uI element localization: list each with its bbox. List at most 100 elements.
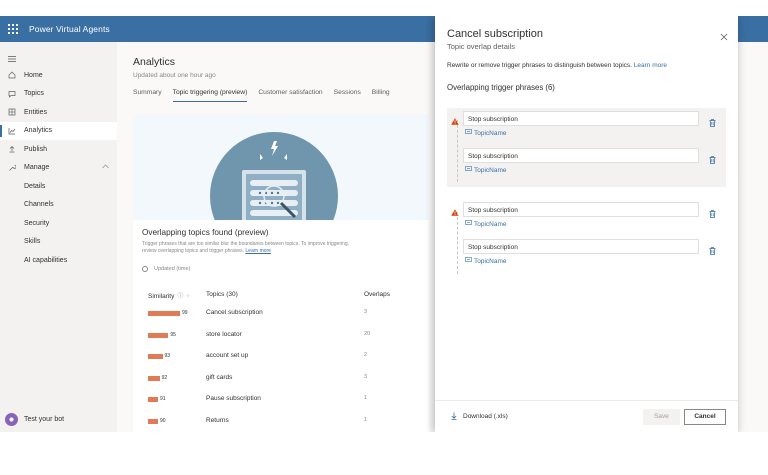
sort-up-icon[interactable]: ↑: [186, 294, 189, 300]
topic-name: TopicName: [474, 220, 507, 228]
wrench-icon: [0, 164, 24, 172]
topic-name: TopicName: [474, 257, 507, 265]
save-button[interactable]: Save: [643, 409, 680, 425]
topic-icon: [465, 257, 472, 265]
similarity-bar: [148, 418, 158, 424]
overlap-count: 20: [364, 330, 371, 337]
panel-title: Cancel subscription: [447, 28, 543, 40]
panel-description: Rewrite or remove trigger phrases to dis…: [447, 62, 667, 69]
download-button[interactable]: Download (.xls): [451, 412, 508, 420]
overlap-card: Overlapping topics found (preview) Trigg…: [133, 114, 429, 432]
panel-learn-more-link[interactable]: Learn more: [634, 62, 667, 69]
panel-subtitle: Topic overlap details: [447, 42, 515, 51]
hamburger-icon[interactable]: [8, 49, 16, 67]
trigger-phrase-input[interactable]: Stop subscription: [463, 202, 699, 217]
table-row[interactable]: 90 Returns 1: [148, 417, 423, 433]
similarity-score: 95: [170, 331, 176, 338]
col-topics[interactable]: Topics (30): [206, 291, 238, 298]
refresh-icon[interactable]: [142, 266, 148, 272]
bot-icon: [5, 413, 18, 426]
table-row[interactable]: 92 gift cards 3: [148, 373, 423, 397]
topic-name[interactable]: Returns: [206, 417, 229, 424]
similarity-score: 90: [160, 417, 166, 424]
col-overlaps[interactable]: Overlaps: [364, 291, 390, 298]
delete-icon[interactable]: [709, 205, 716, 223]
topic-name[interactable]: store locator: [206, 331, 242, 338]
tab-customer-satisfaction[interactable]: Customer satisfaction: [258, 89, 322, 102]
sidebar-item-label: Channels: [24, 201, 54, 209]
overlap-count: 3: [364, 309, 368, 315]
topic-icon: [465, 129, 472, 137]
table-row[interactable]: 91 Pause subscription 1: [148, 395, 423, 418]
similarity-score: 92: [161, 374, 168, 381]
overlap-group: Stop subscription TopicName Stop subscri…: [447, 108, 726, 187]
delete-icon[interactable]: [709, 242, 716, 260]
topic-link[interactable]: TopicName: [465, 257, 507, 265]
hero-illustration: [133, 114, 429, 220]
topic-icon: [465, 166, 472, 174]
cancel-button[interactable]: Cancel: [684, 409, 726, 425]
sidebar-item-publish[interactable]: Publish: [0, 140, 117, 159]
sidebar-item-analytics[interactable]: Analytics: [0, 121, 117, 140]
trigger-phrase-input[interactable]: Stop subscription: [463, 239, 699, 254]
trigger-phrase-input[interactable]: Stop subscription: [463, 148, 699, 163]
topic-overlap-panel: Cancel subscription Topic overlap detail…: [435, 16, 738, 432]
sidebar-item-label: Home: [24, 71, 43, 79]
tab-sessions[interactable]: Sessions: [334, 89, 361, 102]
app-launcher-icon[interactable]: [0, 16, 26, 42]
sidebar-item-home[interactable]: Home: [0, 66, 117, 85]
col-similarity-label: Similarity: [148, 293, 175, 300]
sidebar-item-label: Details: [24, 182, 46, 190]
overlap-count: 3: [364, 373, 368, 380]
topic-name[interactable]: account set up: [206, 352, 248, 359]
app-window: Power Virtual Agents Home Topics Entitie…: [0, 16, 768, 432]
sidebar-item-label: Security: [24, 219, 50, 227]
updated-status: Updated (time): [142, 266, 190, 272]
sidebar-item-entities[interactable]: Entities: [0, 103, 117, 122]
sidebar-item-skills[interactable]: Skills: [0, 233, 117, 252]
topic-name[interactable]: gift cards: [206, 374, 232, 381]
topic-name[interactable]: Pause subscription: [206, 395, 261, 402]
topic-link[interactable]: TopicName: [465, 166, 507, 174]
topic-link[interactable]: TopicName: [465, 129, 507, 137]
group-connector: [457, 212, 458, 274]
sidebar-item-ai-capabilities[interactable]: AI capabilities: [0, 251, 117, 270]
table-row[interactable]: 99 Cancel subscription 3: [148, 309, 423, 332]
trigger-phrase-input[interactable]: Stop subscription: [463, 111, 699, 126]
table-row[interactable]: 95 store locator 20: [148, 330, 423, 354]
test-bot-button[interactable]: Test your bot: [5, 413, 64, 426]
sidebar-item-details[interactable]: Details: [0, 177, 117, 196]
similarity-bar: [148, 332, 169, 338]
learn-more-link[interactable]: Learn more: [245, 248, 271, 254]
sidebar-item-label: Skills: [24, 238, 41, 246]
sidebar-item-security[interactable]: Security: [0, 214, 117, 233]
sidebar-item-label: Topics: [24, 90, 44, 98]
sidebar-item-topics[interactable]: Topics: [0, 85, 117, 104]
updated-label: Updated (time): [154, 266, 191, 272]
col-similarity[interactable]: Similarity ⓘ ↑: [148, 291, 189, 300]
topic-name: TopicName: [474, 129, 507, 137]
chevron-up-icon[interactable]: [102, 164, 109, 171]
topic-name[interactable]: Cancel subscription: [206, 309, 263, 316]
topic-icon: [465, 220, 472, 228]
page-title: Analytics: [133, 56, 176, 68]
topic-link[interactable]: TopicName: [465, 220, 507, 228]
download-label: Download (.xls): [463, 412, 508, 420]
similarity-bar: [148, 397, 158, 402]
similarity-score: 99: [182, 310, 188, 316]
tab-summary[interactable]: Summary: [133, 89, 162, 102]
table-row[interactable]: 93 account set up 2: [148, 352, 423, 375]
group-connector: [457, 120, 458, 182]
close-icon[interactable]: [720, 28, 728, 46]
sidebar-item-channels[interactable]: Channels: [0, 196, 117, 215]
overlap-title: Overlapping topics found (preview): [142, 228, 269, 237]
delete-icon[interactable]: [709, 151, 716, 169]
info-icon[interactable]: ⓘ: [177, 294, 183, 300]
overlap-desc-line2: review overlapping topics and trigger ph…: [142, 248, 244, 254]
similarity-bar: [148, 354, 163, 359]
tab-topic-triggering[interactable]: Topic triggering (preview): [172, 89, 248, 102]
tab-billing[interactable]: Billing: [372, 89, 390, 102]
chat-icon: [0, 90, 24, 98]
sidebar-item-manage[interactable]: Manage: [0, 159, 117, 178]
delete-icon[interactable]: [709, 114, 716, 132]
